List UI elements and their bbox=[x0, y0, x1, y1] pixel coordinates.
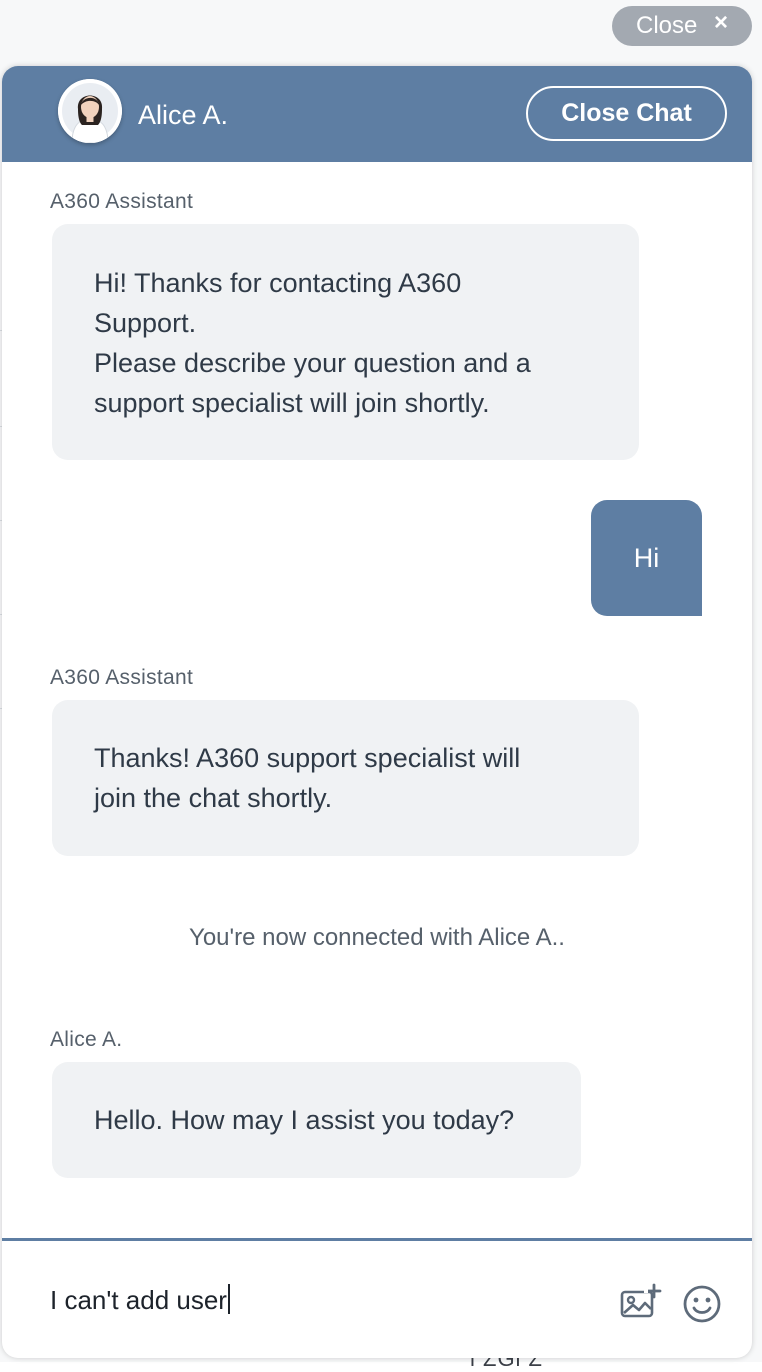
message-line: Hi! Thanks for contacting A360 bbox=[94, 268, 462, 298]
connection-status-note: You're now connected with Alice A.. bbox=[189, 924, 565, 951]
composer-divider bbox=[2, 1238, 752, 1241]
message-line: support specialist will join shortly. bbox=[94, 388, 490, 418]
message-sender: Alice A. bbox=[50, 1028, 123, 1051]
chat-window: Alice A. Close Chat A360 Assistant Hi! T… bbox=[2, 66, 752, 1358]
widget-close-label: Close bbox=[636, 12, 698, 39]
message-line: Support. bbox=[94, 308, 197, 338]
emoji-icon[interactable] bbox=[680, 1282, 724, 1326]
message-input-value: I can't add user bbox=[50, 1285, 227, 1315]
agent-name: Alice A. bbox=[138, 100, 229, 130]
image-add-icon[interactable] bbox=[618, 1282, 662, 1326]
message-line: Thanks! A360 support specialist will bbox=[94, 743, 521, 773]
message-sender: A360 Assistant bbox=[50, 666, 194, 689]
widget-close-button[interactable]: Close × bbox=[612, 6, 752, 46]
close-icon: × bbox=[714, 9, 729, 36]
message-sender: A360 Assistant bbox=[50, 190, 194, 213]
chat-header: Alice A. Close Chat bbox=[2, 66, 752, 162]
assistant-message-bubble: Thanks! A360 support specialist will joi… bbox=[52, 700, 639, 856]
assistant-message-bubble: Hi! Thanks for contacting A360 Support. … bbox=[52, 224, 639, 460]
message-line: Please describe your question and a bbox=[94, 348, 531, 378]
message-line: join the chat shortly. bbox=[94, 783, 333, 813]
agent-message-bubble: Hello. How may I assist you today? bbox=[52, 1062, 581, 1178]
avatar-icon bbox=[58, 79, 122, 143]
message-input[interactable]: I can't add user bbox=[50, 1284, 230, 1316]
user-message-bubble: Hi bbox=[591, 500, 702, 616]
text-caret bbox=[227, 1284, 230, 1314]
close-chat-button[interactable]: Close Chat bbox=[526, 86, 727, 141]
agent-avatar bbox=[58, 79, 122, 143]
message-line: Hello. How may I assist you today? bbox=[94, 1105, 515, 1135]
